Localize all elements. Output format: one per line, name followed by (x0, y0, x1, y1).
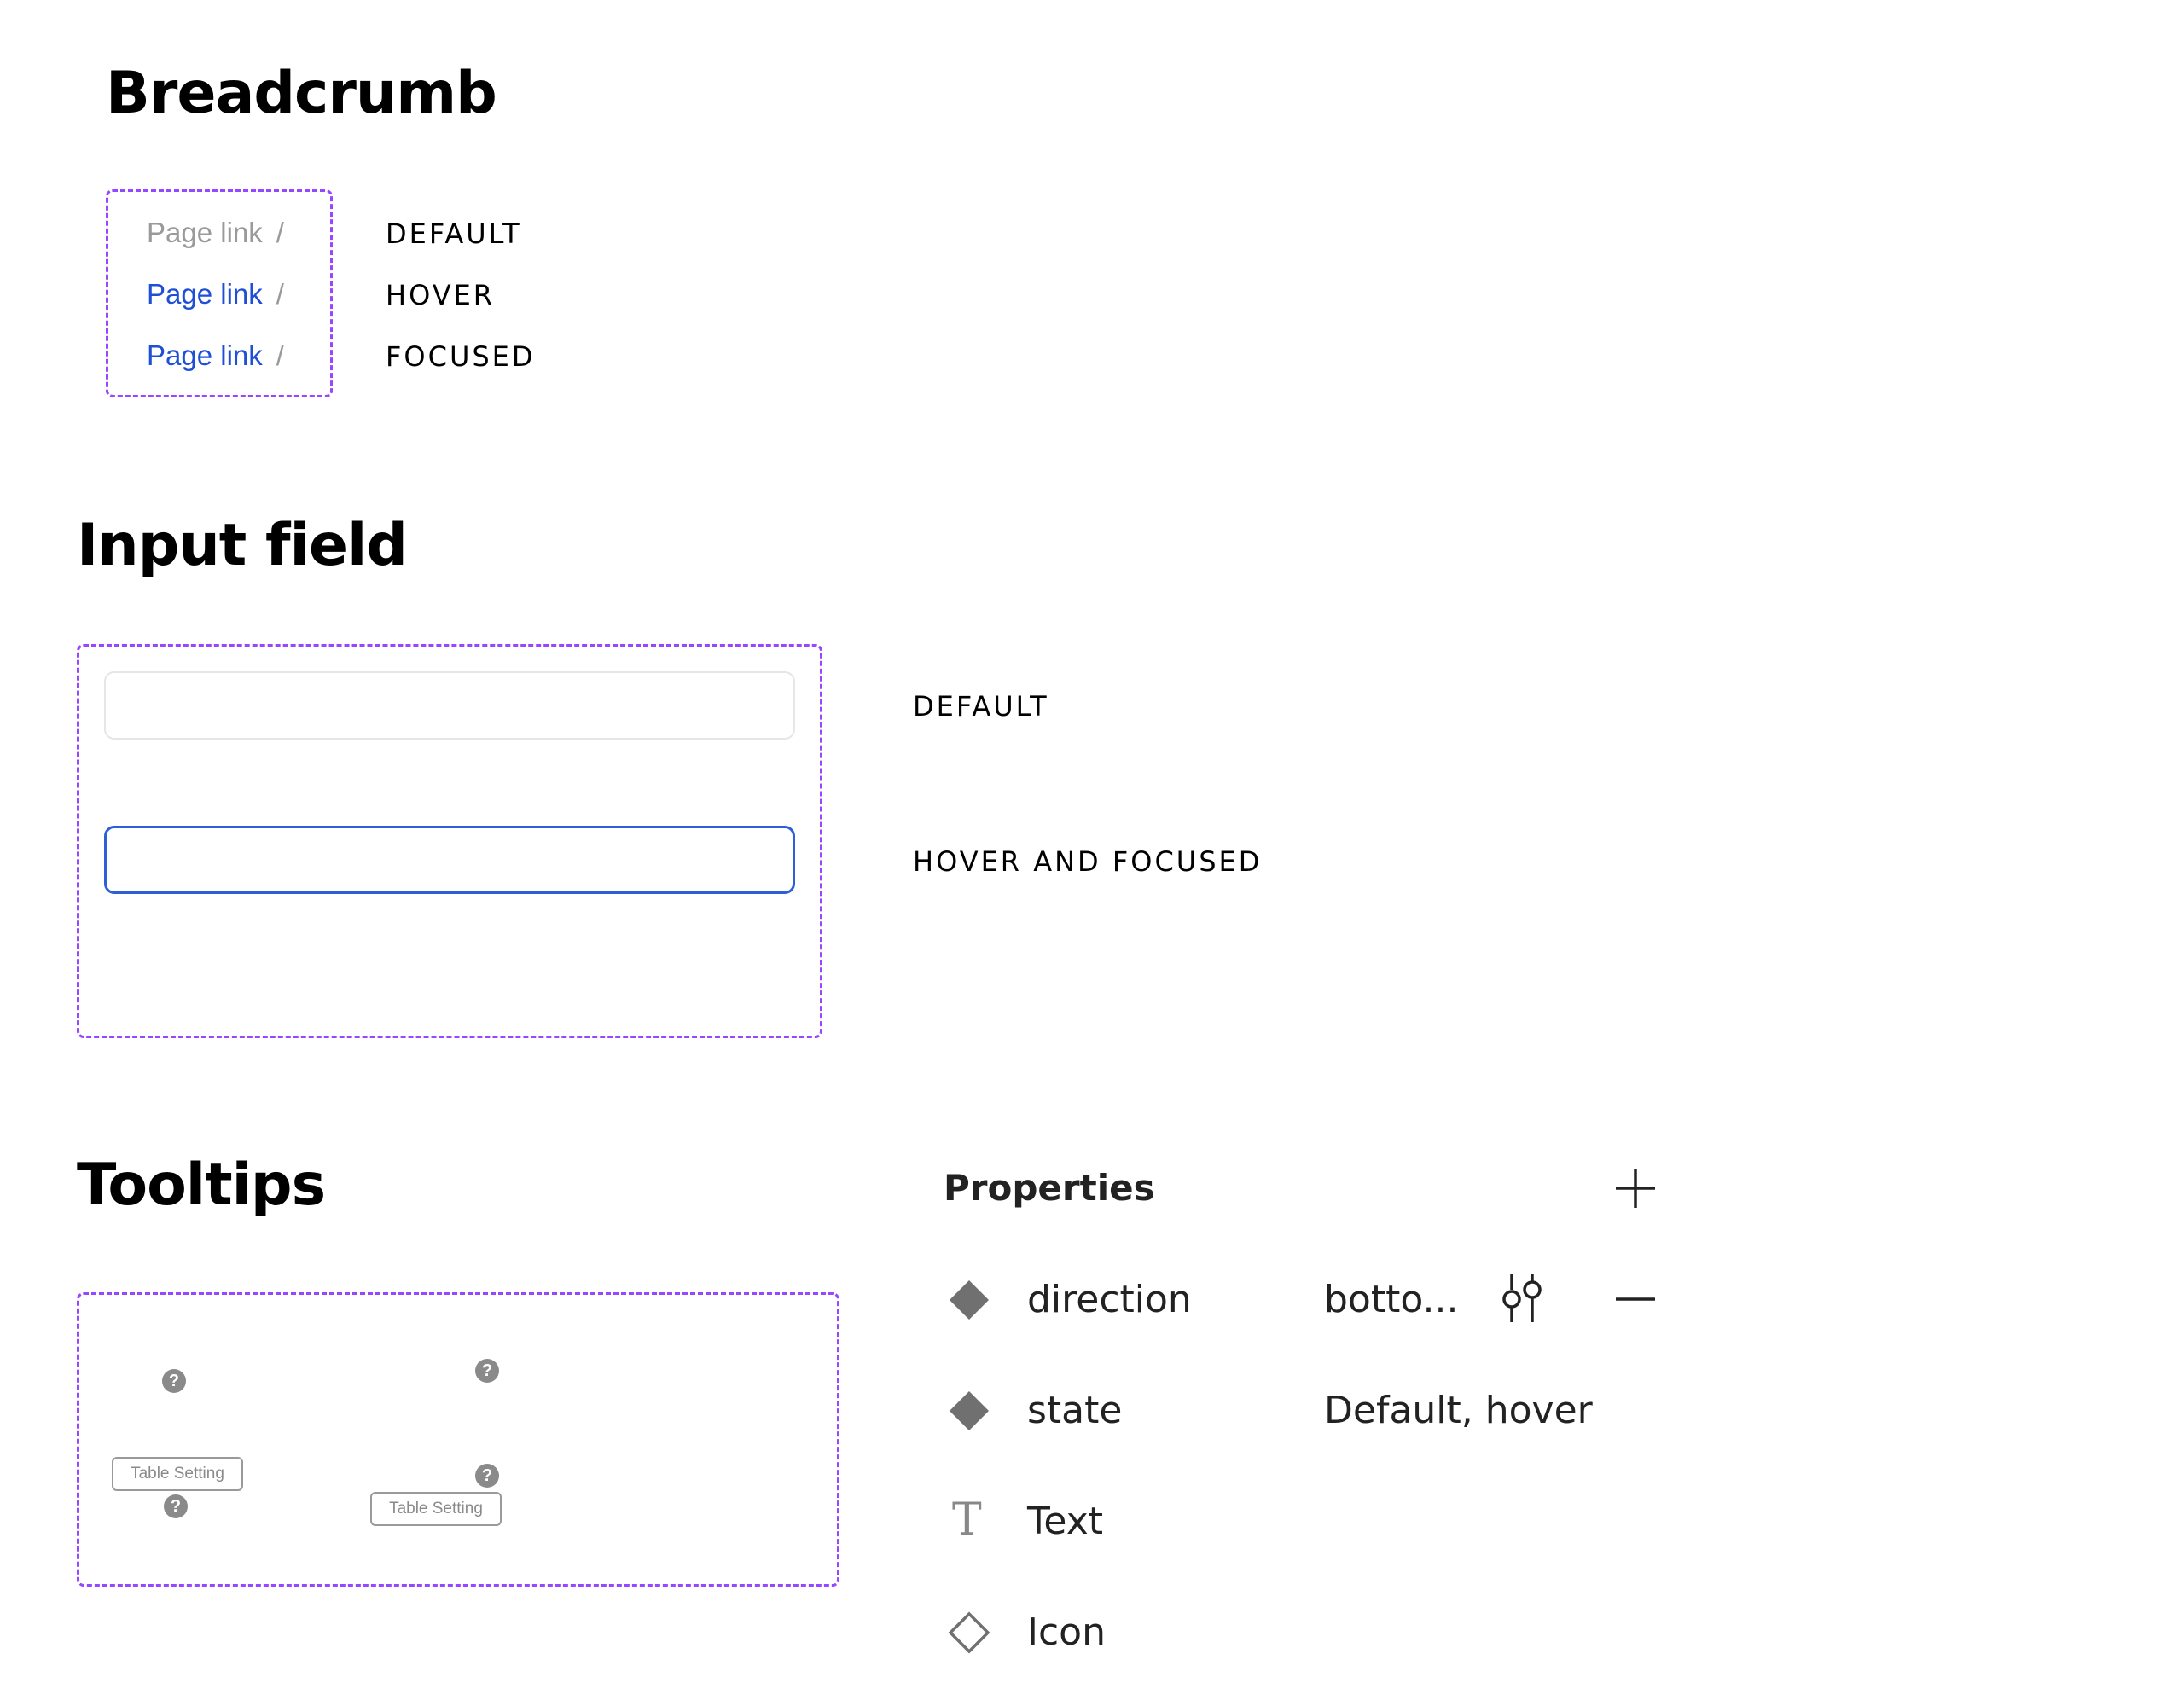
state-label-focused: FOCUSED (386, 340, 536, 373)
property-row-state[interactable]: state Default, hover (944, 1382, 1677, 1442)
help-circle-icon[interactable]: ? (475, 1464, 499, 1488)
breadcrumb-item-default[interactable]: Page link / (147, 218, 284, 247)
minus-icon[interactable] (1612, 1276, 1658, 1322)
property-name: Text (1027, 1500, 1103, 1543)
tooltip-variants-frame (77, 1292, 839, 1587)
diamond-outline-icon (948, 1611, 990, 1654)
breadcrumb-link[interactable]: Page link (147, 339, 263, 371)
property-row-icon[interactable]: Icon (944, 1604, 1677, 1663)
text-type-icon: T (952, 1494, 982, 1546)
breadcrumb-item-focused[interactable]: Page link / (147, 341, 284, 369)
state-label-default: DEFAULT (913, 690, 1049, 722)
input-field-heading: Input field (77, 512, 408, 579)
state-label-default: DEFAULT (386, 218, 522, 250)
property-name: direction (1027, 1278, 1192, 1321)
breadcrumb-separator: / (276, 217, 284, 248)
breadcrumb-link[interactable]: Page link (147, 278, 263, 310)
properties-title: Properties (944, 1167, 1155, 1209)
state-label-hover-and-focused: HOVER AND FOCUSED (913, 845, 1263, 878)
property-value[interactable]: Default, hover (1324, 1389, 1593, 1432)
breadcrumb-separator: / (276, 278, 284, 310)
text-input-default[interactable] (104, 671, 795, 740)
property-name: state (1027, 1389, 1123, 1432)
text-input-focused[interactable] (104, 826, 795, 894)
property-name: Icon (1027, 1610, 1106, 1654)
help-circle-icon[interactable]: ? (164, 1494, 188, 1518)
tooltips-heading: Tooltips (77, 1152, 326, 1219)
tooltip-bubble: Table Setting (112, 1457, 243, 1491)
state-label-hover: HOVER (386, 279, 496, 311)
breadcrumb-separator: / (276, 339, 284, 371)
help-circle-icon[interactable]: ? (475, 1359, 499, 1383)
breadcrumb-heading: Breadcrumb (106, 60, 497, 127)
property-value[interactable]: botto... (1324, 1278, 1458, 1321)
diamond-filled-icon (950, 1280, 989, 1320)
help-circle-icon[interactable]: ? (162, 1369, 186, 1393)
plus-icon (1616, 1169, 1655, 1208)
add-property-button[interactable] (1612, 1165, 1658, 1211)
breadcrumb-item-hover[interactable]: Page link / (147, 280, 284, 308)
adjust-variant-icon[interactable] (1498, 1271, 1546, 1326)
tooltip-bubble: Table Setting (370, 1492, 502, 1526)
property-row-direction[interactable]: direction botto... (944, 1271, 1677, 1331)
property-row-text[interactable]: T Text (944, 1493, 1677, 1552)
breadcrumb-link[interactable]: Page link (147, 217, 263, 248)
diamond-filled-icon (950, 1391, 989, 1430)
